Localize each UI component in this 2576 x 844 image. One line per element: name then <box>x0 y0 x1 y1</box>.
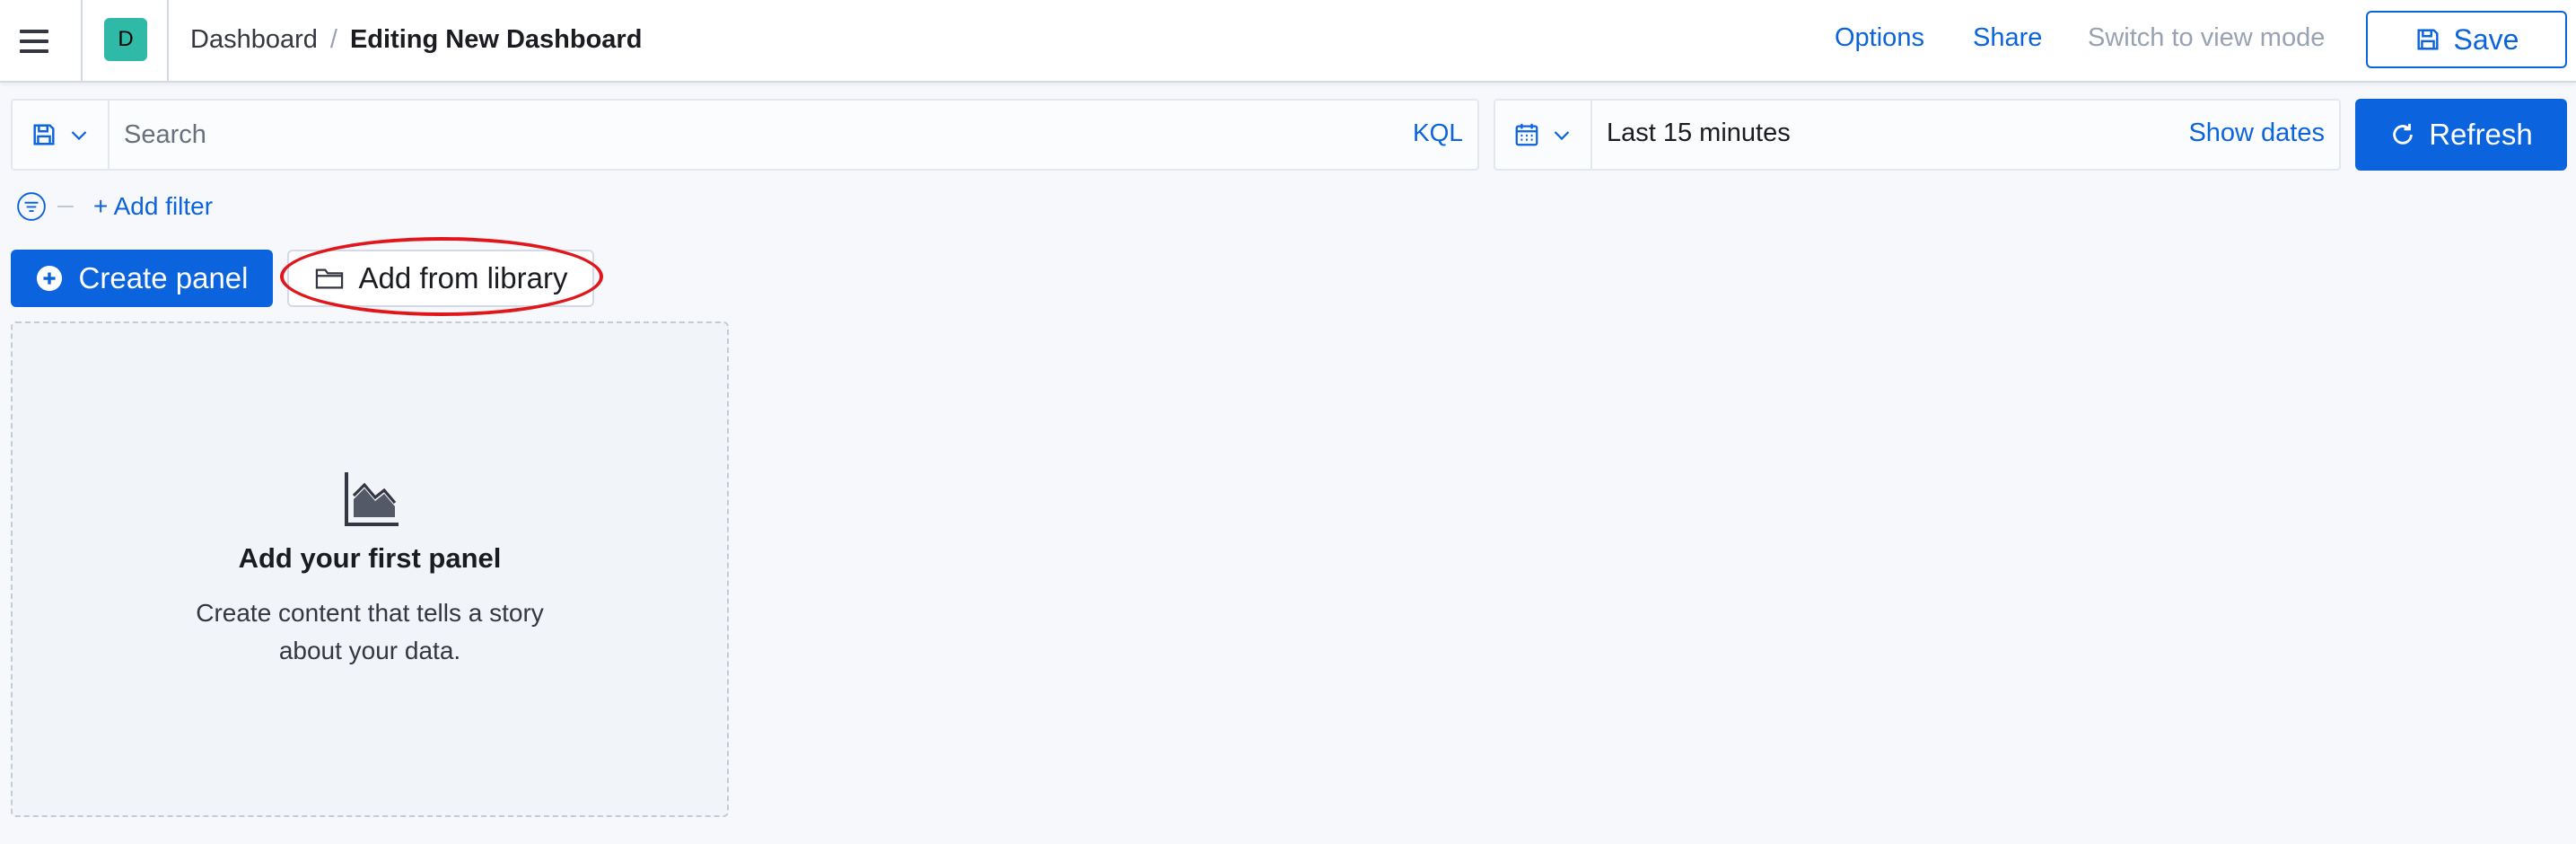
query-language-toggle[interactable]: KQL <box>1413 119 1463 147</box>
breadcrumb-dashboard[interactable]: Dashboard <box>190 25 318 55</box>
create-panel-button[interactable]: Create panel <box>11 250 273 307</box>
options-link[interactable]: Options <box>1835 23 1924 53</box>
search-input[interactable] <box>124 117 1291 153</box>
area-chart-icon <box>345 472 399 526</box>
plus-circle-icon <box>36 265 62 292</box>
share-link[interactable]: Share <box>1973 23 2042 53</box>
quick-date-menu-button[interactable] <box>1495 101 1592 169</box>
date-picker: Last 15 minutes Show dates <box>1494 99 2341 171</box>
refresh-icon <box>2393 123 2413 145</box>
query-bar: KQL <box>11 99 1479 171</box>
date-range-label[interactable]: Last 15 minutes <box>1607 119 1791 148</box>
save-icon <box>2417 29 2439 50</box>
app-header: D Dashboard / Editing New Dashboard Opti… <box>0 0 2576 83</box>
add-filter-button[interactable]: + Add filter <box>93 192 213 221</box>
empty-state-title: Add your first panel <box>238 542 502 574</box>
breadcrumb: Dashboard / Editing New Dashboard <box>190 22 642 57</box>
filter-divider <box>57 206 74 207</box>
show-dates-link[interactable]: Show dates <box>2188 119 2325 148</box>
filter-icon[interactable] <box>16 191 47 222</box>
switch-to-view-mode-link[interactable]: Switch to view mode <box>2088 23 2325 53</box>
chevron-down-icon <box>71 131 87 141</box>
chevron-down-icon <box>1554 131 1570 141</box>
saved-query-icon <box>33 124 55 145</box>
empty-state-description: Create content that tells a story about … <box>196 599 544 664</box>
create-panel-label: Create panel <box>78 261 249 295</box>
folder-icon <box>315 268 343 289</box>
save-label: Save <box>2453 22 2519 56</box>
filter-bar: + Add filter <box>16 190 213 223</box>
breadcrumb-separator: / <box>329 24 337 54</box>
refresh-label: Refresh <box>2429 118 2533 151</box>
header-divider <box>167 0 169 83</box>
refresh-button[interactable]: Refresh <box>2355 99 2567 171</box>
hamburger-menu-icon[interactable] <box>20 23 56 59</box>
empty-panel-placeholder: Add your first panel Create content that… <box>11 321 729 817</box>
add-from-library-label: Add from library <box>358 261 568 295</box>
header-divider <box>81 0 83 83</box>
save-button[interactable]: Save <box>2366 11 2567 68</box>
breadcrumb-current: Editing New Dashboard <box>349 24 643 54</box>
space-avatar[interactable]: D <box>104 18 147 61</box>
saved-query-menu-button[interactable] <box>13 101 110 169</box>
add-from-library-button[interactable]: Add from library <box>287 250 594 307</box>
calendar-icon <box>1515 123 1538 146</box>
